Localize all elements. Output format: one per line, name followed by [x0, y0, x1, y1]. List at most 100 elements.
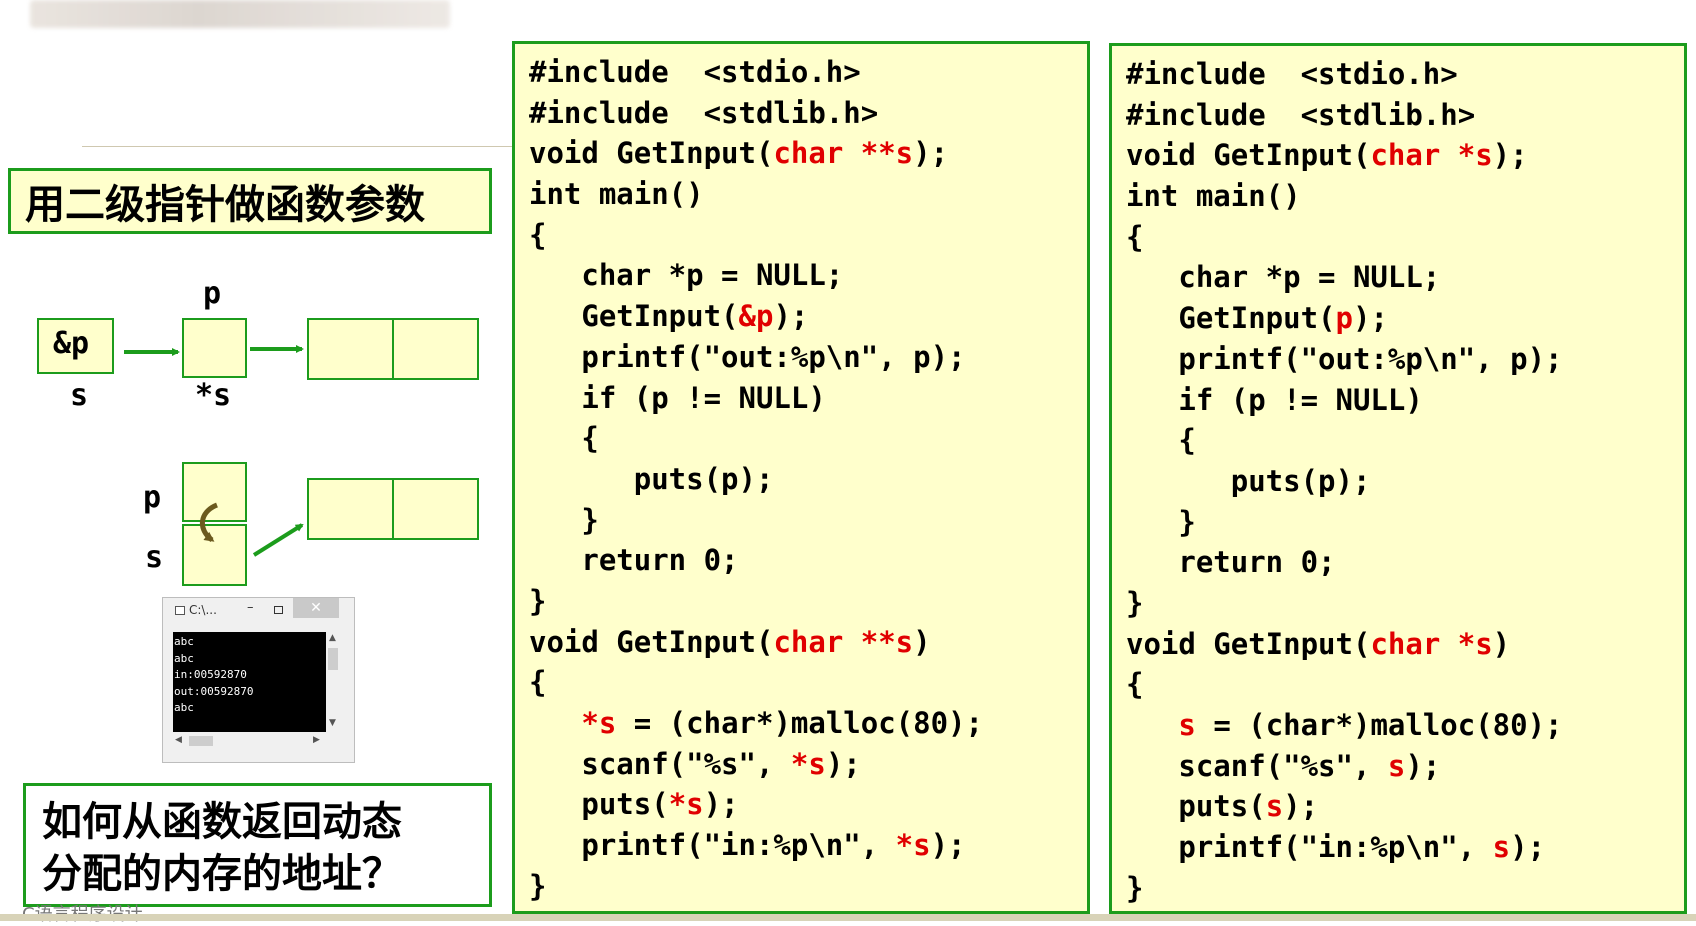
code-line: GetInput(p); [1126, 298, 1684, 339]
code-highlight: *s [581, 706, 617, 740]
code-text: puts( [529, 787, 669, 822]
code-text: ) [1492, 626, 1511, 661]
horizontal-scrollbar[interactable]: ◀ ▶ [173, 734, 340, 748]
code-line: } [529, 866, 1087, 907]
code-text: ) [913, 624, 931, 659]
code-line: { [1126, 664, 1684, 705]
code-text: ); [930, 828, 966, 863]
code-text: GetInput( [1126, 301, 1336, 336]
code-text: ); [913, 136, 949, 171]
code-text: { [1126, 423, 1196, 458]
code-line: { [529, 662, 1087, 703]
code-text: GetInput( [529, 299, 739, 334]
code-text: void GetInput( [529, 136, 774, 171]
code-text: return 0; [529, 543, 739, 578]
code-highlight: char *s [1370, 138, 1493, 173]
vertical-scrollbar[interactable]: ▲ ▼ [326, 632, 340, 732]
code-line: #include <stdio.h> [1126, 54, 1684, 95]
scroll-thumb-h[interactable] [189, 736, 213, 746]
code-text: char *p = NULL; [1126, 260, 1441, 295]
scroll-down-icon[interactable]: ▼ [329, 718, 336, 728]
code-line: char *p = NULL; [1126, 257, 1684, 298]
code-text: printf("in:%p\n", [529, 828, 896, 863]
code-line: puts(p); [1126, 461, 1684, 502]
label-p-left: p [143, 480, 162, 515]
code-text: printf("in:%p\n", [1126, 830, 1493, 865]
scroll-thumb[interactable] [328, 648, 338, 670]
code-text: if (p != NULL) [529, 380, 826, 415]
code-text: void GetInput( [1126, 626, 1371, 661]
code-line: void GetInput(char **s) [529, 622, 1087, 663]
question-box: 如何从函数返回动态 分配的内存的地址？ [23, 783, 492, 907]
slide-title: 用二级指针做函数参数 [8, 168, 492, 234]
arrow-s-to-buffer [252, 523, 304, 557]
code-text: } [1126, 870, 1144, 905]
question-line-1: 如何从函数返回动态 [42, 799, 402, 845]
code-text: puts( [1126, 789, 1266, 824]
code-line: { [529, 215, 1087, 256]
code-line: void GetInput(char **s); [529, 133, 1087, 174]
code-text: void GetInput( [529, 624, 774, 659]
code-line: *s = (char*)malloc(80); [529, 703, 1087, 744]
code-text: } [529, 583, 547, 618]
code-text: ); [1283, 789, 1319, 824]
code-line: #include <stdlib.h> [1126, 95, 1684, 136]
code-highlight: *s [790, 746, 826, 781]
code-highlight: s [1492, 830, 1511, 865]
scroll-left-icon[interactable]: ◀ [175, 735, 182, 745]
cell-p-2 [182, 462, 247, 522]
maximize-icon[interactable] [274, 606, 283, 614]
code-line: void GetInput(char *s) [1126, 624, 1684, 665]
scroll-right-icon[interactable]: ▶ [313, 735, 320, 745]
scroll-up-icon[interactable]: ▲ [329, 633, 336, 643]
label-s-top: s [70, 378, 89, 413]
code-text: } [1126, 585, 1144, 620]
code-line: #include <stdio.h> [529, 52, 1087, 93]
code-text: scanf("%s", [1126, 748, 1388, 783]
code-line: return 0; [529, 540, 1087, 581]
code-line: printf("in:%p\n", *s); [529, 825, 1087, 866]
buffer-cell-1a [307, 318, 394, 380]
close-icon[interactable]: ✕ [293, 598, 339, 618]
code-line: #include <stdlib.h> [529, 93, 1087, 134]
console-line: abc [174, 635, 194, 648]
cell-p [182, 318, 247, 378]
code-highlight: char **s [773, 624, 914, 659]
code-line: } [1126, 502, 1684, 543]
footer-text: C语言程序设计 [22, 900, 143, 926]
code-text: ); [825, 746, 861, 781]
code-highlight: &p [738, 299, 774, 334]
code-text: ); [1492, 138, 1528, 173]
code-highlight: *s [895, 828, 931, 863]
code-line: printf("out:%p\n", p); [529, 337, 1087, 378]
code-text: puts(p); [529, 461, 774, 496]
buffer-cell-2a [307, 478, 394, 540]
label-amp-p: &p [53, 326, 90, 361]
minimize-icon[interactable]: – [247, 600, 254, 615]
code-highlight: s [1265, 789, 1284, 824]
console-line: in:00592870 [174, 668, 247, 681]
bottom-bar [0, 914, 1696, 921]
buffer-cell-2b [392, 478, 479, 540]
code-line: scanf("%s", s); [1126, 746, 1684, 787]
code-highlight: s [1178, 708, 1196, 742]
code-line: } [529, 500, 1087, 541]
code-line: if (p != NULL) [529, 378, 1087, 419]
code-text: ); [1405, 748, 1441, 783]
code-text: ); [703, 787, 739, 822]
code-line: if (p != NULL) [1126, 380, 1684, 421]
console-line: abc [174, 651, 194, 665]
console-line: out:00592870 [174, 684, 254, 698]
code-line: } [529, 581, 1087, 622]
code-highlight: s [1387, 748, 1406, 783]
code-text: } [529, 868, 547, 903]
code-text: return 0; [1126, 545, 1336, 580]
code-line: { [1126, 420, 1684, 461]
blurred-header [30, 0, 450, 28]
code-line: printf("in:%p\n", s); [1126, 827, 1684, 868]
code-text: scanf("%s", [529, 746, 791, 781]
buffer-cell-1b [392, 318, 479, 380]
console-output: abc abc in:00592870 out:00592870 abc [173, 632, 326, 732]
code-highlight: *s [668, 787, 704, 822]
label-star-s: *s [195, 378, 232, 413]
